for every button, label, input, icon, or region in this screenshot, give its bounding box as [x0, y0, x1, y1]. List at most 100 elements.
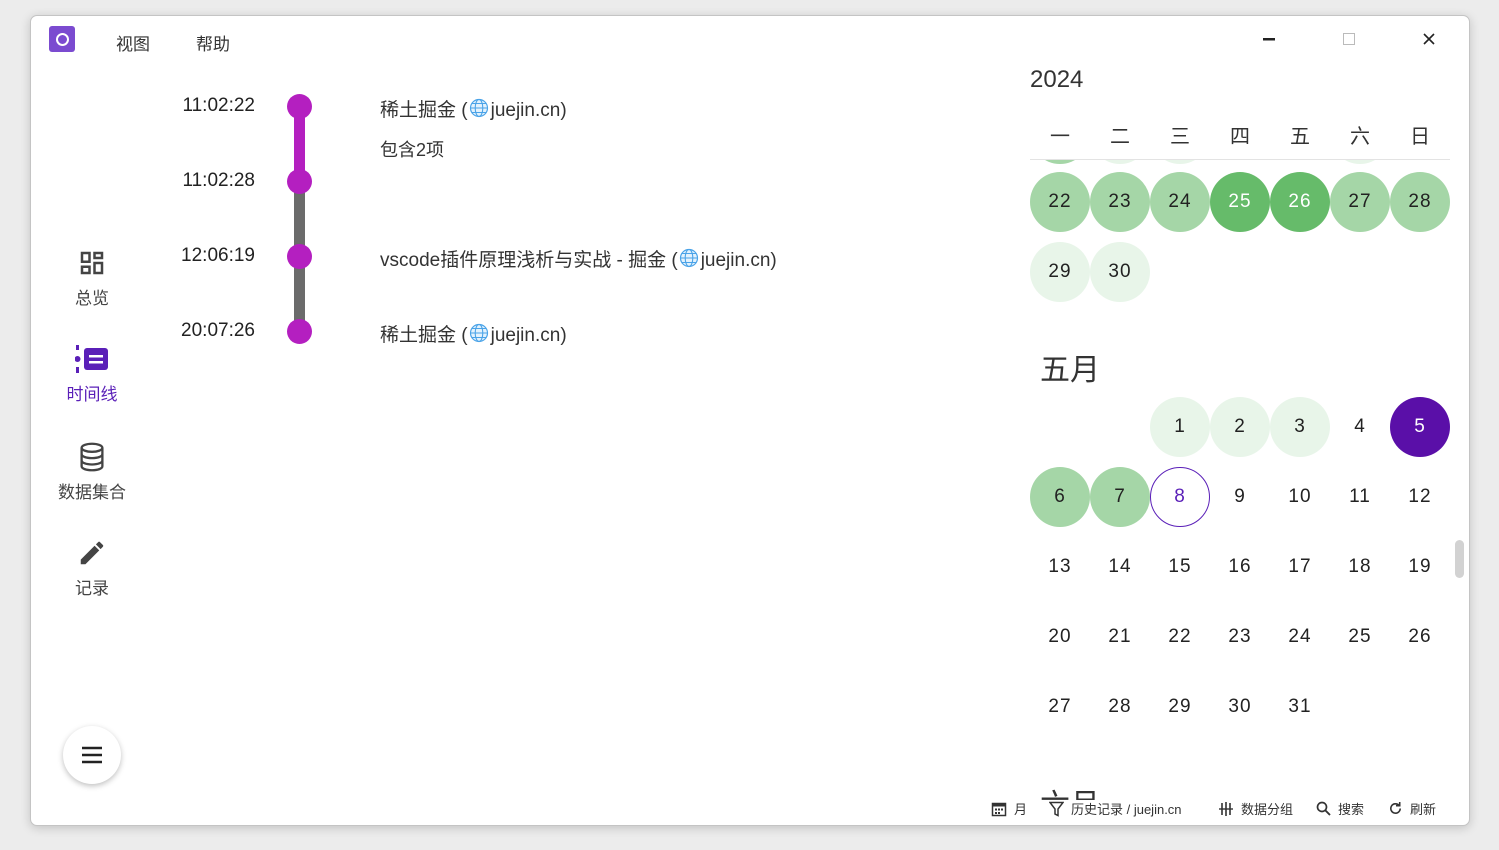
calendar-day[interactable]: 30: [1210, 677, 1270, 737]
group-split-icon: [1219, 801, 1233, 816]
timeline-dot[interactable]: [287, 169, 312, 194]
calendar-day[interactable]: 27: [1030, 677, 1090, 737]
calendar-day[interactable]: 14: [1090, 537, 1150, 597]
calendar-day[interactable]: 10: [1270, 467, 1330, 527]
entry-close-paren: ): [560, 100, 567, 121]
calendar-day[interactable]: 23: [1090, 172, 1150, 232]
sidebar-item-datasets[interactable]: 数据集合: [31, 442, 153, 503]
globe-icon: [679, 248, 699, 274]
calendar-day[interactable]: 16: [1210, 537, 1270, 597]
timeline-icon: [75, 345, 108, 373]
calendar-scroll-area[interactable]: 22 23 24 25 26 27 28 29 30 五月 1 2 3 4 5 …: [1030, 160, 1450, 800]
calendar-day[interactable]: 4: [1330, 397, 1390, 457]
calendar-day[interactable]: 23: [1210, 607, 1270, 667]
calendar-day[interactable]: 26: [1270, 172, 1330, 232]
calendar-day[interactable]: 29: [1150, 677, 1210, 737]
data-group-button[interactable]: 数据分组: [1218, 799, 1293, 818]
calendar-day[interactable]: 27: [1330, 172, 1390, 232]
calendar-day[interactable]: 11: [1330, 467, 1390, 527]
minimize-icon: [1263, 38, 1275, 41]
minimize-button[interactable]: [1249, 26, 1289, 52]
timeline-time: 11:02:22: [182, 95, 255, 116]
calendar-day[interactable]: 25: [1330, 607, 1390, 667]
calendar-day[interactable]: 24: [1270, 607, 1330, 667]
sidebar-item-label: 总览: [75, 289, 109, 308]
timeline-dot[interactable]: [287, 244, 312, 269]
entry-title-text: vscode插件原理浅析与实战 - 掘金 (: [380, 250, 678, 271]
calendar-day[interactable]: 17: [1270, 537, 1330, 597]
calendar-day[interactable]: 6: [1030, 467, 1090, 527]
calendar-day[interactable]: 30: [1090, 242, 1150, 302]
database-icon: [80, 442, 104, 472]
close-icon: [1423, 33, 1435, 45]
calendar-day-today[interactable]: 8: [1150, 467, 1210, 527]
search-label: 搜索: [1338, 802, 1365, 817]
refresh-button[interactable]: 刷新: [1388, 799, 1436, 818]
calendar-day[interactable]: 24: [1150, 172, 1210, 232]
timeline-dot[interactable]: [287, 94, 312, 119]
sidebar-item-label: 数据集合: [58, 483, 126, 502]
calendar-day[interactable]: 2: [1210, 397, 1270, 457]
refresh-icon: [1390, 801, 1401, 814]
sidebar-item-overview[interactable]: 总览: [31, 248, 153, 309]
calendar-day-selected[interactable]: 5: [1390, 397, 1450, 457]
weekday-header: 二: [1110, 126, 1130, 148]
calendar-day[interactable]: 18: [1330, 537, 1390, 597]
month-title: 五月: [1040, 354, 1100, 387]
search-icon: [1316, 801, 1331, 816]
pencil-icon: [80, 541, 104, 565]
sidebar-item-label: 时间线: [66, 385, 118, 404]
globe-icon: [469, 323, 489, 349]
app-window: 视图 帮助 总览 时间线 数据集合 记录 11:02:22 11:02:28 1…: [30, 15, 1470, 826]
calendar-day[interactable]: 13: [1030, 537, 1090, 597]
timeline-dot[interactable]: [287, 319, 312, 344]
calendar-day[interactable]: 21: [1090, 607, 1150, 667]
sidebar-item-records[interactable]: 记录: [31, 538, 153, 599]
weekday-header: 一: [1050, 126, 1070, 148]
entry-close-paren: ): [560, 325, 567, 346]
menu-icon: [82, 746, 102, 764]
calendar-day[interactable]: 9: [1210, 467, 1270, 527]
filter-icon: [1049, 801, 1064, 817]
calendar-day[interactable]: 3: [1270, 397, 1330, 457]
month-view-button[interactable]: 月: [991, 799, 1027, 818]
calendar-day-partial: [1150, 160, 1210, 164]
calendar-day[interactable]: 31: [1270, 677, 1330, 737]
calendar-day[interactable]: 22: [1150, 607, 1210, 667]
calendar-day[interactable]: 26: [1390, 607, 1450, 667]
maximize-button[interactable]: [1329, 26, 1369, 52]
sidebar-item-label: 记录: [75, 579, 109, 598]
weekday-header: 三: [1170, 126, 1190, 148]
dashboard-icon: [80, 251, 104, 275]
calendar-day[interactable]: 15: [1150, 537, 1210, 597]
close-button[interactable]: [1409, 26, 1449, 52]
month-view-label: 月: [1014, 802, 1028, 817]
timeline-entry-title[interactable]: 稀土掘金 (juejin.cn): [380, 95, 567, 124]
menu-help[interactable]: 帮助: [196, 30, 230, 55]
calendar-day[interactable]: 22: [1030, 172, 1090, 232]
weekday-header: 日: [1410, 126, 1430, 148]
sidebar-item-timeline[interactable]: 时间线: [31, 344, 153, 405]
calendar-day[interactable]: 28: [1390, 172, 1450, 232]
calendar-day[interactable]: 12: [1390, 467, 1450, 527]
calendar-scrollbar[interactable]: [1455, 540, 1464, 578]
app-logo-icon: [49, 26, 75, 52]
calendar-day[interactable]: 28: [1090, 677, 1150, 737]
calendar-day[interactable]: 29: [1030, 242, 1090, 302]
calendar-day[interactable]: 20: [1030, 607, 1090, 667]
menu-fab-button[interactable]: [63, 726, 121, 784]
timeline-entry-title[interactable]: 稀土掘金 (juejin.cn): [380, 320, 567, 349]
calendar-day-partial: [1030, 160, 1090, 164]
history-filter-button[interactable]: 历史记录 / juejin.cn: [1049, 799, 1182, 818]
calendar-day[interactable]: 7: [1090, 467, 1150, 527]
weekday-header: 六: [1350, 126, 1370, 148]
entry-domain-text: juejin.cn: [490, 325, 561, 346]
timeline-entry-title[interactable]: vscode插件原理浅析与实战 - 掘金 (juejin.cn): [380, 245, 777, 274]
calendar-day[interactable]: 25: [1210, 172, 1270, 232]
timeline-entry-count: 包含2项: [380, 140, 445, 160]
menu-view[interactable]: 视图: [116, 30, 150, 55]
search-button[interactable]: 搜索: [1316, 799, 1364, 818]
maximize-icon: [1343, 33, 1355, 45]
calendar-day[interactable]: 1: [1150, 397, 1210, 457]
calendar-day[interactable]: 19: [1390, 537, 1450, 597]
